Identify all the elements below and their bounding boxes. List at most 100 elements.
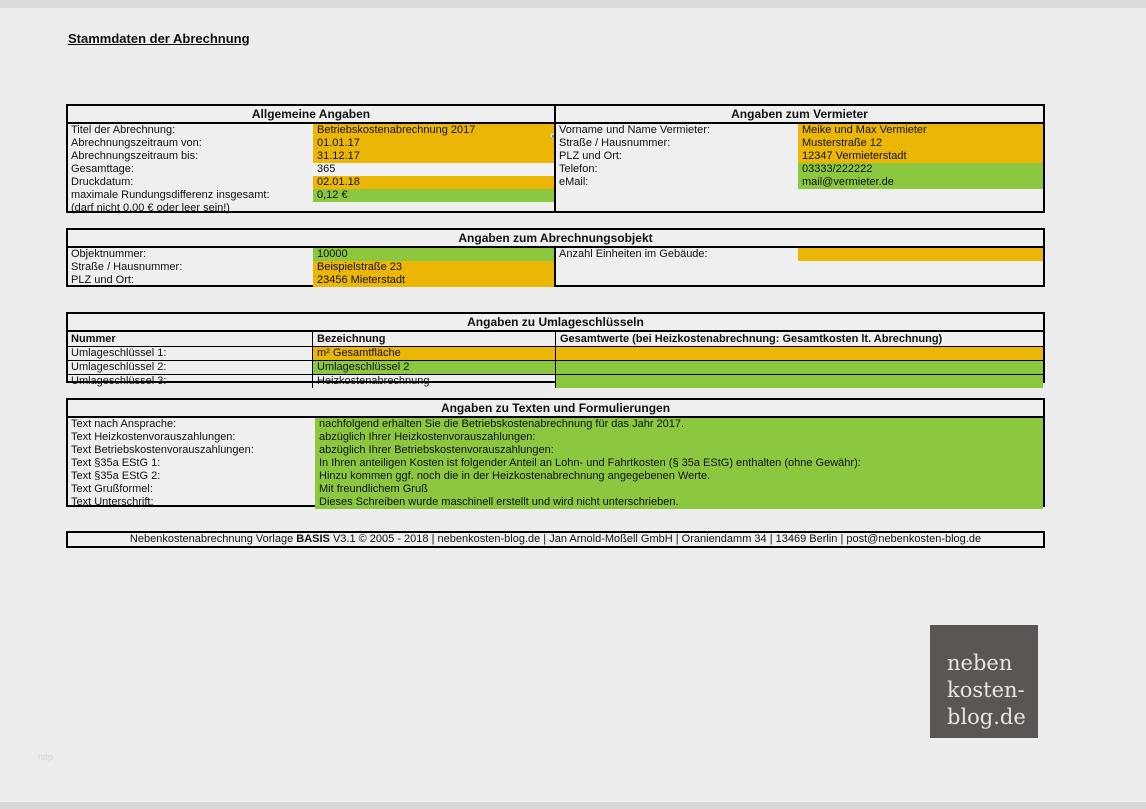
table-row: Straße / Hausnummer: Beispielstraße 23 (68, 261, 554, 274)
row-label: Abrechnungszeitraum bis: (68, 150, 313, 163)
page-title: Stammdaten der Abrechnung (68, 31, 250, 46)
angaben-vermieter-section: Angaben zum Vermieter Vorname und Name V… (556, 106, 1043, 211)
row-label: Straße / Hausnummer: (556, 137, 798, 150)
table-row: Gesamttage: 365 (68, 163, 554, 176)
input-cell[interactable]: Umlageschlüssel 2 (312, 361, 555, 374)
input-cell[interactable]: Musterstraße 12 (798, 137, 1043, 150)
table-row: Abrechnungszeitraum bis: 31.12.17 (68, 150, 554, 163)
footer-text-bold: BASIS (296, 533, 330, 545)
logo-line: neben (947, 650, 1038, 677)
table-row: maximale Rundungsdifferenz insgesamt: 0,… (68, 189, 554, 202)
row-label: Text nach Ansprache: (68, 418, 315, 431)
input-cell[interactable]: 0,12 € (313, 189, 554, 202)
section-header: Angaben zum Vermieter (556, 106, 1043, 124)
row-label: Text Betriebskostenvorauszahlungen: (68, 444, 315, 457)
row-label: PLZ und Ort: (68, 274, 313, 287)
row-label: Titel der Abrechnung: (68, 124, 313, 137)
row-label: PLZ und Ort: (556, 150, 798, 163)
row-label: Text Heizkostenvorauszahlungen: (68, 431, 315, 444)
row-label: Gesamttage: (68, 163, 313, 176)
row-label: Text Unterschrift: (68, 496, 315, 509)
section-header: Allgemeine Angaben (68, 106, 554, 124)
input-cell[interactable]: 12347 Vermieterstadt (798, 150, 1043, 163)
input-cell[interactable]: 31.12.17 (313, 150, 554, 163)
table-row: PLZ und Ort: 23456 Mieterstadt (68, 274, 554, 287)
section-header: Angaben zu Umlageschlüsseln (68, 314, 1043, 332)
row-label: Umlageschlüssel 3: (68, 375, 312, 388)
static-cell: Heizkostenabrechnung (312, 375, 555, 388)
row-label-note: (darf nicht 0,00 € oder leer sein!) (68, 202, 313, 215)
table-row: eMail: mail@vermieter.de (556, 176, 1043, 189)
row-label: Umlageschlüssel 1: (68, 347, 312, 360)
table-row: Telefon: 03333/222222 (556, 163, 1043, 176)
input-cell[interactable]: abzüglich Ihrer Heizkostenvorauszahlunge… (315, 431, 1043, 444)
table-row: Straße / Hausnummer: Musterstraße 12 (556, 137, 1043, 150)
footer-copyright-bar: Nebenkostenabrechnung Vorlage BASIS V3.1… (66, 531, 1045, 548)
table-row: Druckdatum: 02.01.18 (68, 176, 554, 189)
input-cell[interactable]: m² Gesamtfläche (312, 347, 555, 360)
texte-input-block: nachfolgend erhalten Sie die Betriebskos… (315, 418, 1043, 509)
input-cell[interactable]: mail@vermieter.de (798, 176, 1043, 189)
allgemeine-angaben-section: Allgemeine Angaben Titel der Abrechnung:… (68, 106, 556, 211)
allgemeine-vermieter-table: Allgemeine Angaben Titel der Abrechnung:… (66, 104, 1045, 213)
input-cell[interactable]: 02.01.18 (313, 176, 554, 189)
input-cell-empty[interactable] (555, 361, 1043, 374)
column-header-nummer: Nummer (68, 332, 312, 346)
abrechnungsobjekt-table: Angaben zum Abrechnungsobjekt Objektnumm… (66, 228, 1045, 287)
row-label: Druckdatum: (68, 176, 313, 189)
row-label: eMail: (556, 176, 798, 189)
row-label: Umlageschlüssel 2: (68, 361, 312, 374)
objekt-left-section: Objektnummer: 10000 Straße / Hausnummer:… (68, 248, 556, 287)
bottom-border-band (0, 802, 1146, 809)
nebenkosten-blog-logo: neben kosten- blog.de (930, 625, 1038, 738)
row-label: Vorname und Name Vermieter: (556, 124, 798, 137)
footer-text-pre: Nebenkostenabrechnung Vorlage (130, 533, 296, 545)
input-cell[interactable]: nachfolgend erhalten Sie die Betriebskos… (315, 418, 1043, 431)
table-row: Abrechnungszeitraum von: 01.01.17 (68, 137, 554, 150)
input-cell[interactable]: Dieses Schreiben wurde maschinell erstel… (315, 496, 1043, 509)
logo-line: kosten- (947, 677, 1038, 704)
input-cell[interactable]: Meike und Max Vermieter (798, 124, 1043, 137)
row-label: Objektnummer: (68, 248, 313, 261)
input-cell[interactable]: Beispielstraße 23 (313, 261, 554, 274)
section-header: Angaben zu Texten und Formulierungen (68, 400, 1043, 418)
input-cell-empty[interactable] (555, 375, 1043, 388)
input-cell[interactable]: 23456 Mieterstadt (313, 274, 554, 287)
section-header: Angaben zum Abrechnungsobjekt (68, 230, 1043, 248)
input-cell-empty[interactable] (555, 347, 1043, 360)
row-label: Abrechnungszeitraum von: (68, 137, 313, 150)
table-row: Titel der Abrechnung: Betriebskostenabre… (68, 124, 554, 137)
table-row: Umlageschlüssel 1: m² Gesamtfläche (68, 347, 1043, 361)
table-row: (darf nicht 0,00 € oder leer sein!) (68, 202, 554, 215)
input-cell-empty[interactable] (798, 248, 1043, 261)
footer-text-post: V3.1 © 2005 - 2018 | nebenkosten-blog.de… (330, 533, 981, 545)
input-cell[interactable]: Hinzu kommen ggf. noch die in der Heizko… (315, 470, 1043, 483)
row-label: Telefon: (556, 163, 798, 176)
input-cell[interactable]: Mit freundlichem Gruß (315, 483, 1043, 496)
input-cell[interactable]: 01.01.17 (313, 137, 554, 150)
table-row: PLZ und Ort: 12347 Vermieterstadt (556, 150, 1043, 163)
table-row: Vorname und Name Vermieter: Meike und Ma… (556, 124, 1043, 137)
spreadsheet-page: Stammdaten der Abrechnung Allgemeine Ang… (0, 0, 1146, 809)
input-cell[interactable]: 03333/222222 (798, 163, 1043, 176)
table-row: Umlageschlüssel 3: Heizkostenabrechnung (68, 375, 1043, 388)
computed-cell: 365 (313, 163, 554, 176)
input-cell[interactable]: 10000 (313, 248, 554, 261)
input-cell[interactable]: In Ihren anteiligen Kosten ist folgender… (315, 457, 1043, 470)
input-cell[interactable]: abzüglich Ihrer Betriebskostenvorauszahl… (315, 444, 1043, 457)
texte-label-column: Text nach Ansprache: Text Heizkostenvora… (68, 418, 315, 509)
table-row: Objektnummer: 10000 (68, 248, 554, 261)
row-label: Straße / Hausnummer: (68, 261, 313, 274)
umlageschluessel-table: Angaben zu Umlageschlüsseln Nummer Bezei… (66, 312, 1045, 383)
row-label: maximale Rundungsdifferenz insgesamt: (68, 189, 313, 202)
row-label: Text §35a EStG 1: (68, 457, 315, 470)
empty-cell (313, 202, 554, 215)
top-border-band (0, 0, 1146, 8)
table-row: Umlageschlüssel 2: Umlageschlüssel 2 (68, 361, 1043, 375)
column-header-gesamtwerte: Gesamtwerte (bei Heizkostenabrechnung: G… (555, 332, 1043, 346)
objekt-right-section: Anzahl Einheiten im Gebäude: (556, 248, 1043, 287)
logo-line: blog.de (947, 704, 1038, 731)
row-label: Text Grußformel: (68, 483, 315, 496)
selected-cell-titel[interactable]: Betriebskostenabrechnung 2017 (313, 124, 554, 137)
row-label: Anzahl Einheiten im Gebäude: (556, 248, 798, 261)
